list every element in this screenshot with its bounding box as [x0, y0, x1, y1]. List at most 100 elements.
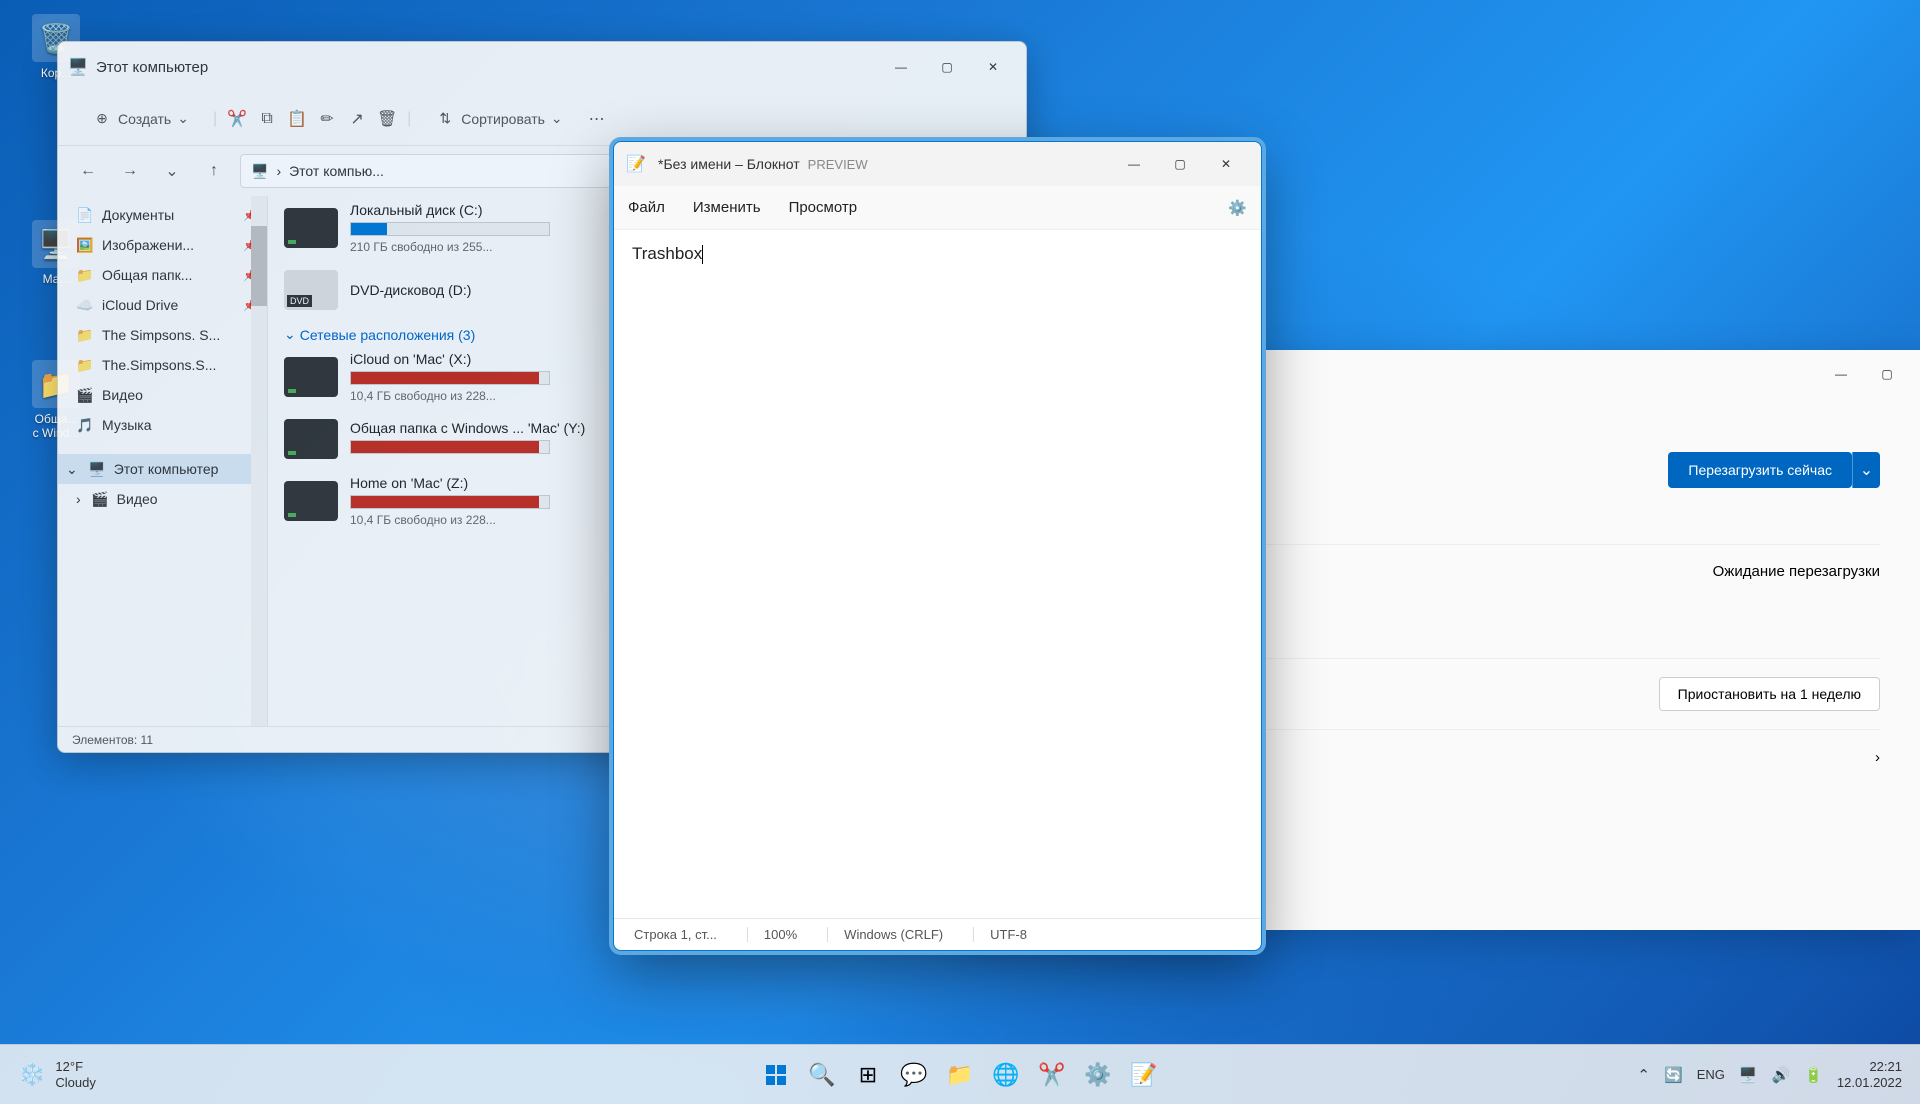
- folder-icon: 📁: [76, 326, 94, 344]
- sync-icon[interactable]: 🔄: [1664, 1066, 1683, 1084]
- menu-edit[interactable]: Изменить: [693, 199, 761, 216]
- chevron-down-icon: ⌄: [177, 110, 189, 127]
- folder-icon: 📁: [76, 356, 94, 374]
- documents-icon: 📄: [76, 206, 94, 224]
- notepad-icon: 📝: [626, 154, 646, 174]
- settings-button[interactable]: ⚙️: [1228, 199, 1247, 217]
- notepad-window: 📝 *Без имени – Блокнот PREVIEW — ▢ ✕ Фай…: [613, 141, 1262, 951]
- gear-icon: ⚙️: [1228, 200, 1247, 217]
- explorer-button[interactable]: 📁: [940, 1055, 980, 1095]
- network-icon[interactable]: 🖥️: [1739, 1066, 1758, 1084]
- notepad-menubar: Файл Изменить Просмотр ⚙️: [614, 186, 1261, 230]
- maximize-button[interactable]: ▢: [1157, 148, 1203, 180]
- encoding: UTF-8: [973, 927, 1027, 942]
- rename-icon[interactable]: ✏: [317, 109, 337, 129]
- chevron-right-icon: ›: [1875, 749, 1880, 766]
- drive-icon: [284, 208, 338, 248]
- taskbar: ❄️ 12°F Cloudy 🔍 ⊞ 💬 📁 🌐 ✂️ ⚙️ 📝 ⌃ 🔄 ENG…: [0, 1044, 1920, 1104]
- weather-icon: ❄️: [18, 1062, 45, 1088]
- chat-button[interactable]: 💬: [894, 1055, 934, 1095]
- sidebar-images[interactable]: 🖼️Изображени...📌: [58, 230, 267, 260]
- minimize-button[interactable]: —: [1111, 148, 1157, 180]
- folder-icon: 📁: [76, 266, 94, 284]
- more-icon[interactable]: ⋯: [587, 109, 607, 129]
- notepad-statusbar: Строка 1, ст... 100% Windows (CRLF) UTF-…: [614, 918, 1261, 950]
- weather-widget[interactable]: ❄️ 12°F Cloudy: [0, 1059, 96, 1090]
- tray-chevron[interactable]: ⌃: [1637, 1066, 1650, 1084]
- this-pc-icon: 🖥️: [88, 460, 106, 478]
- video-icon: 🎬: [76, 386, 94, 404]
- volume-icon[interactable]: 🔊: [1772, 1066, 1791, 1084]
- sidebar-video[interactable]: 🎬Видео: [58, 380, 267, 410]
- explorer-titlebar[interactable]: 🖥️ Этот компьютер — ▢ ✕: [58, 42, 1026, 92]
- sidebar-music[interactable]: 🎵Музыка: [58, 410, 267, 440]
- close-button[interactable]: ✕: [970, 51, 1016, 83]
- sidebar-video2[interactable]: ›🎬Видео: [58, 484, 267, 514]
- menu-view[interactable]: Просмотр: [789, 199, 858, 216]
- plus-circle-icon: ⊕: [92, 109, 112, 129]
- sort-button[interactable]: ⇅Сортировать ⌄: [421, 103, 576, 135]
- forward-button[interactable]: →: [114, 155, 146, 187]
- sidebar-simpsons1[interactable]: 📁The Simpsons. S...: [58, 320, 267, 350]
- this-pc-icon: 🖥️: [251, 163, 268, 180]
- explorer-sidebar: 📄Документы📌 🖼️Изображени...📌 📁Общая папк…: [58, 196, 268, 726]
- explorer-toolbar: ⊕Создать ⌄ | ✂️ ⧉ 📋 ✏ ↗ 🗑 | ⇅Сортировать…: [58, 92, 1026, 146]
- delete-icon[interactable]: 🗑: [377, 109, 397, 129]
- chevron-down-icon: ⌄: [284, 326, 296, 343]
- zoom-level: 100%: [747, 927, 797, 942]
- maximize-button[interactable]: ▢: [1864, 358, 1910, 390]
- back-button[interactable]: ←: [72, 155, 104, 187]
- notepad-textarea[interactable]: Trashbox: [614, 230, 1261, 918]
- chevron-down-icon: ⌄: [551, 110, 563, 127]
- close-button[interactable]: ✕: [1203, 148, 1249, 180]
- restart-now-button[interactable]: Перезагрузить сейчас: [1668, 452, 1852, 488]
- recent-dropdown[interactable]: ⌄: [156, 155, 188, 187]
- explorer-title: Этот компьютер: [96, 59, 208, 76]
- restart-dropdown[interactable]: ⌄: [1852, 452, 1880, 488]
- dvd-icon: DVD: [284, 270, 338, 310]
- cut-icon[interactable]: ✂️: [227, 109, 247, 129]
- chevron-down-icon[interactable]: ⌄: [66, 461, 78, 478]
- network-drive-icon: [284, 357, 338, 397]
- snipping-button[interactable]: ✂️: [1032, 1055, 1072, 1095]
- up-button[interactable]: ↑: [198, 155, 230, 187]
- sidebar-this-pc[interactable]: ⌄🖥️Этот компьютер: [58, 454, 267, 484]
- sidebar-scrollbar[interactable]: [251, 196, 267, 726]
- sidebar-documents[interactable]: 📄Документы📌: [58, 200, 267, 230]
- share-icon[interactable]: ↗: [347, 109, 367, 129]
- music-icon: 🎵: [76, 416, 94, 434]
- sidebar-shared[interactable]: 📁Общая папк...📌: [58, 260, 267, 290]
- network-drive-icon: [284, 481, 338, 521]
- cursor-position: Строка 1, ст...: [634, 927, 717, 942]
- language-indicator[interactable]: ENG: [1697, 1067, 1725, 1082]
- notepad-title: *Без имени – Блокнот: [658, 156, 800, 172]
- notepad-button[interactable]: 📝: [1124, 1055, 1164, 1095]
- icloud-icon: ☁️: [76, 296, 94, 314]
- pause-week-button[interactable]: Приостановить на 1 неделю: [1659, 677, 1880, 711]
- task-view-button[interactable]: ⊞: [848, 1055, 888, 1095]
- menu-file[interactable]: Файл: [628, 199, 665, 216]
- chevron-right-icon[interactable]: ›: [76, 491, 81, 507]
- sidebar-simpsons2[interactable]: 📁The.Simpsons.S...: [58, 350, 267, 380]
- images-icon: 🖼️: [76, 236, 94, 254]
- notepad-titlebar[interactable]: 📝 *Без имени – Блокнот PREVIEW — ▢ ✕: [614, 142, 1261, 186]
- new-button[interactable]: ⊕Создать ⌄: [78, 103, 203, 135]
- sort-icon: ⇅: [435, 109, 455, 129]
- settings-button[interactable]: ⚙️: [1078, 1055, 1118, 1095]
- line-ending: Windows (CRLF): [827, 927, 943, 942]
- maximize-button[interactable]: ▢: [924, 51, 970, 83]
- sidebar-icloud[interactable]: ☁️iCloud Drive📌: [58, 290, 267, 320]
- preview-badge: PREVIEW: [808, 157, 868, 172]
- minimize-button[interactable]: —: [1818, 358, 1864, 390]
- this-pc-icon: 🖥️: [68, 57, 88, 77]
- network-drive-icon: [284, 419, 338, 459]
- copy-icon[interactable]: ⧉: [257, 109, 277, 129]
- minimize-button[interactable]: —: [878, 51, 924, 83]
- edge-button[interactable]: 🌐: [986, 1055, 1026, 1095]
- start-button[interactable]: [756, 1055, 796, 1095]
- battery-icon[interactable]: 🔋: [1804, 1066, 1823, 1084]
- paste-icon[interactable]: 📋: [287, 109, 307, 129]
- video-icon: 🎬: [91, 490, 109, 508]
- clock[interactable]: 22:21 12.01.2022: [1837, 1059, 1902, 1090]
- search-button[interactable]: 🔍: [802, 1055, 842, 1095]
